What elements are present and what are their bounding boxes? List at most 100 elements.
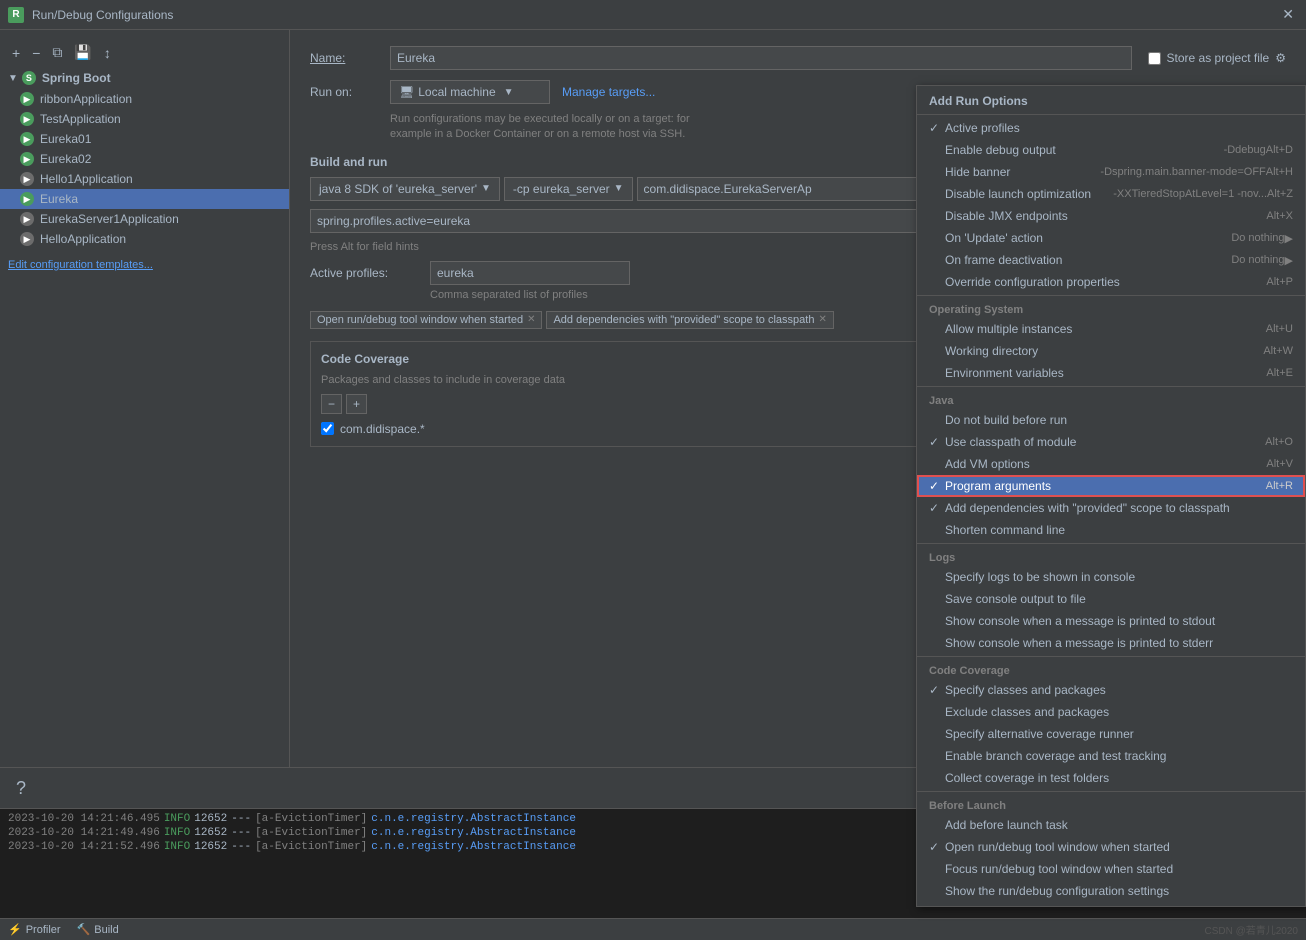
- check-classpath-module: ✓: [929, 435, 945, 449]
- menu-label-exclude-classes: Exclude classes and packages: [945, 705, 1293, 719]
- menu-item-shorten-cmd[interactable]: Shorten command line: [917, 519, 1305, 541]
- menu-item-specify-classes[interactable]: ✓ Specify classes and packages: [917, 679, 1305, 701]
- menu-item-allow-multiple[interactable]: Allow multiple instances Alt+U: [917, 318, 1305, 340]
- menu-item-active-profiles[interactable]: ✓ Active profiles: [917, 117, 1305, 139]
- sidebar-group-spring-boot[interactable]: ▼ S Spring Boot: [0, 67, 289, 89]
- status-build[interactable]: 🔨 Build: [77, 923, 119, 936]
- menu-item-collect-coverage[interactable]: Collect coverage in test folders: [917, 767, 1305, 789]
- sidebar-item-eureka-server1[interactable]: ▶ EurekaServer1Application: [0, 209, 289, 229]
- menu-label-collect-coverage: Collect coverage in test folders: [945, 771, 1293, 785]
- menu-item-vm-options[interactable]: Add VM options Alt+V: [917, 453, 1305, 475]
- menu-label-disable-jmx: Disable JMX endpoints: [945, 209, 1266, 223]
- menu-item-add-deps-provided[interactable]: ✓ Add dependencies with "provided" scope…: [917, 497, 1305, 519]
- copy-config-button[interactable]: ⧉: [48, 42, 66, 63]
- tag-label-open-window: Open run/debug tool window when started: [317, 314, 523, 326]
- coverage-remove-btn[interactable]: −: [321, 394, 342, 414]
- active-profiles-input[interactable]: [430, 261, 630, 285]
- store-as-project-area: Store as project file ⚙: [1148, 51, 1286, 65]
- cp-dropdown[interactable]: -cp eureka_server ▼: [504, 177, 633, 201]
- menu-item-disable-opt[interactable]: Disable launch optimization -XXTieredSto…: [917, 183, 1305, 205]
- menu-item-program-args[interactable]: ✓ Program arguments Alt+R: [917, 475, 1305, 497]
- check-add-deps-provided: ✓: [929, 501, 945, 515]
- store-gear-icon[interactable]: ⚙: [1275, 51, 1286, 65]
- active-profiles-label: Active profiles:: [310, 266, 430, 280]
- menu-item-alt-coverage[interactable]: Specify alternative coverage runner: [917, 723, 1305, 745]
- main-dialog: + − ⧉ 💾 ↕ ▼ S Spring Boot ▶ ribbonApplic…: [0, 30, 1306, 767]
- add-run-options-menu: Add Run Options ✓ Active profiles Enable…: [916, 85, 1306, 907]
- menu-shortcut-program-args: Alt+R: [1266, 480, 1293, 492]
- menu-item-exclude-classes[interactable]: Exclude classes and packages: [917, 701, 1305, 723]
- menu-item-enable-debug[interactable]: Enable debug output -Ddebug Alt+D: [917, 139, 1305, 161]
- menu-item-update-action[interactable]: On 'Update' action Do nothing ▶: [917, 227, 1305, 249]
- machine-icon: 🖥: [399, 85, 414, 99]
- menu-item-add-before-launch[interactable]: Add before launch task: [917, 814, 1305, 836]
- log-thread-2: [a-EvictionTimer]: [255, 827, 367, 839]
- menu-label-active-profiles: Active profiles: [945, 121, 1293, 135]
- menu-shortcut-disable-opt: Alt+Z: [1267, 188, 1293, 200]
- menu-item-disable-jmx[interactable]: Disable JMX endpoints Alt+X: [917, 205, 1305, 227]
- menu-group-coverage: Code Coverage: [917, 659, 1305, 679]
- menu-item-frame-deactivation[interactable]: On frame deactivation Do nothing ▶: [917, 249, 1305, 271]
- menu-item-save-console[interactable]: Save console output to file: [917, 588, 1305, 610]
- tag-close-open-window[interactable]: ✕: [527, 314, 535, 325]
- edit-templates-link[interactable]: Edit configuration templates...: [8, 259, 153, 271]
- close-button[interactable]: ✕: [1278, 6, 1298, 23]
- sidebar-item-eureka01[interactable]: ▶ Eureka01: [0, 129, 289, 149]
- menu-sublabel-update-action: Do nothing: [1231, 232, 1284, 244]
- menu-item-no-build[interactable]: Do not build before run: [917, 409, 1305, 431]
- menu-label-save-console: Save console output to file: [945, 592, 1293, 606]
- sidebar-item-hello1[interactable]: ▶ Hello1Application: [0, 169, 289, 189]
- remove-config-button[interactable]: −: [28, 43, 44, 63]
- java-sdk-dropdown[interactable]: java 8 SDK of 'eureka_server' ▼: [310, 177, 500, 201]
- coverage-item-label: com.didispace.*: [340, 422, 425, 436]
- menu-item-hide-banner[interactable]: Hide banner -Dspring.main.banner-mode=OF…: [917, 161, 1305, 183]
- cp-value: -cp eureka_server: [513, 182, 610, 196]
- menu-sep-java: [917, 386, 1305, 387]
- menu-item-open-run-window[interactable]: ✓ Open run/debug tool window when starte…: [917, 836, 1305, 858]
- tag-add-deps[interactable]: Add dependencies with "provided" scope t…: [546, 311, 833, 329]
- sidebar-item-eureka02[interactable]: ▶ Eureka02: [0, 149, 289, 169]
- sidebar-item-hello[interactable]: ▶ HelloApplication: [0, 229, 289, 249]
- sidebar-item-ribbon[interactable]: ▶ ribbonApplication: [0, 89, 289, 109]
- menu-item-show-stderr[interactable]: Show console when a message is printed t…: [917, 632, 1305, 654]
- menu-item-override-config[interactable]: Override configuration properties Alt+P: [917, 271, 1305, 293]
- tag-label-add-deps: Add dependencies with "provided" scope t…: [553, 314, 814, 326]
- menu-item-logs-console[interactable]: Specify logs to be shown in console: [917, 566, 1305, 588]
- sidebar-item-test[interactable]: ▶ TestApplication: [0, 109, 289, 129]
- store-as-project-checkbox[interactable]: [1148, 52, 1161, 65]
- profiler-label: Profiler: [26, 924, 61, 936]
- sort-config-button[interactable]: ↕: [100, 43, 115, 63]
- check-open-run-window: ✓: [929, 840, 945, 854]
- menu-item-show-config-settings[interactable]: Show the run/debug configuration setting…: [917, 880, 1305, 902]
- help-button[interactable]: ?: [16, 778, 26, 799]
- log-time-1: 2023-10-20 14:21:46.495: [8, 813, 160, 825]
- config-icon-test: ▶: [20, 112, 34, 126]
- log-level-2: INFO: [164, 827, 190, 839]
- menu-item-working-dir[interactable]: Working directory Alt+W: [917, 340, 1305, 362]
- menu-label-add-before-launch: Add before launch task: [945, 818, 1293, 832]
- sidebar-item-eureka[interactable]: ▶ Eureka: [0, 189, 289, 209]
- tag-open-window[interactable]: Open run/debug tool window when started …: [310, 311, 542, 329]
- coverage-item-checkbox[interactable]: [321, 422, 334, 435]
- status-profiler[interactable]: ⚡ Profiler: [8, 923, 61, 936]
- menu-label-classpath-module: Use classpath of module: [945, 435, 1265, 449]
- sidebar-item-label-eureka01: Eureka01: [40, 132, 91, 146]
- name-label: Name:: [310, 51, 390, 65]
- manage-targets-link[interactable]: Manage targets...: [562, 85, 655, 99]
- menu-shortcut-env-vars: Alt+E: [1266, 367, 1293, 379]
- config-icon-hello: ▶: [20, 232, 34, 246]
- menu-item-classpath-module[interactable]: ✓ Use classpath of module Alt+O: [917, 431, 1305, 453]
- run-on-dropdown[interactable]: 🖥 Local machine ▼: [390, 80, 550, 104]
- log-class-2: c.n.e.registry.AbstractInstance: [371, 827, 576, 839]
- menu-item-env-vars[interactable]: Environment variables Alt+E: [917, 362, 1305, 384]
- menu-item-show-stdout[interactable]: Show console when a message is printed t…: [917, 610, 1305, 632]
- menu-label-allow-multiple: Allow multiple instances: [945, 322, 1266, 336]
- add-config-button[interactable]: +: [8, 43, 24, 63]
- save-config-button[interactable]: 💾: [70, 42, 95, 63]
- name-input[interactable]: [390, 46, 1132, 70]
- coverage-add-btn[interactable]: +: [346, 394, 367, 414]
- store-as-project-label: Store as project file: [1167, 51, 1270, 65]
- menu-item-focus-run-window[interactable]: Focus run/debug tool window when started: [917, 858, 1305, 880]
- tag-close-add-deps[interactable]: ✕: [818, 314, 826, 325]
- menu-item-branch-coverage[interactable]: Enable branch coverage and test tracking: [917, 745, 1305, 767]
